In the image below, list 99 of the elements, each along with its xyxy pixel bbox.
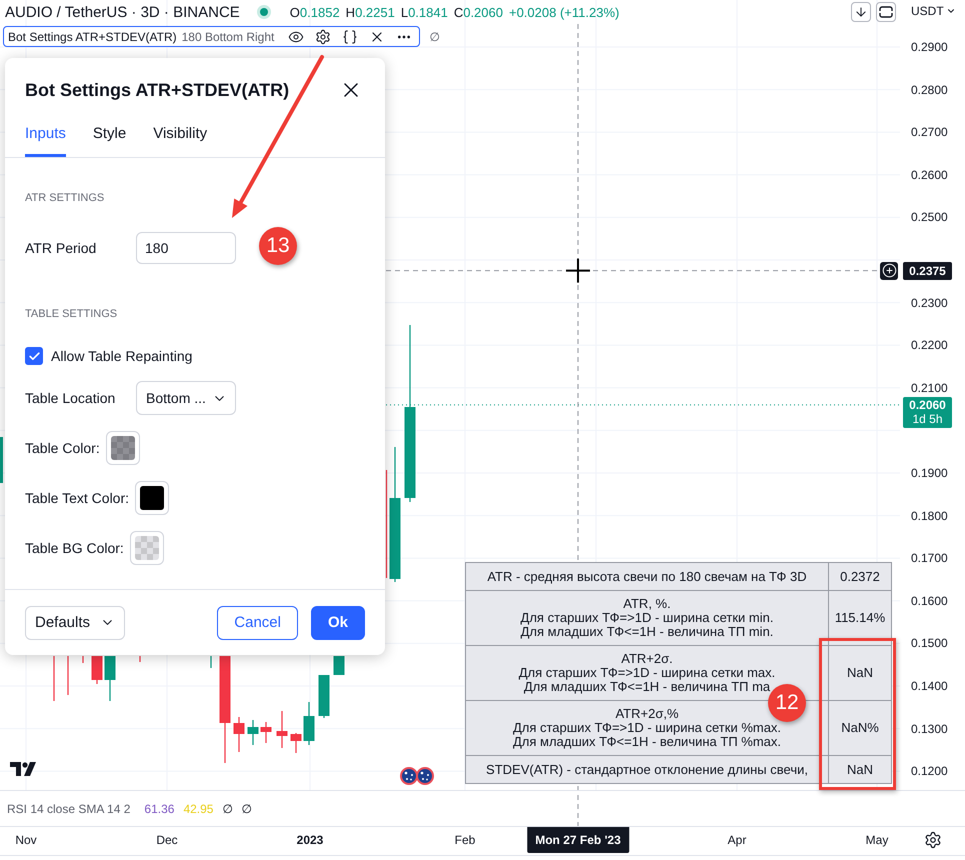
- checkbox[interactable]: [25, 347, 43, 365]
- price-change: +0.0208 (+11.23%): [508, 4, 620, 20]
- candlestick: [248, 720, 258, 745]
- color-picker-button[interactable]: [135, 481, 170, 515]
- candlestick: [260, 722, 272, 743]
- section-heading: ATR SETTINGS: [25, 191, 104, 206]
- table-cell: NaN: [828, 756, 892, 784]
- dialog-title: Bot Settings ATR+STDEV(ATR): [25, 80, 290, 100]
- time-label: Apr: [728, 832, 746, 849]
- bar-countdown: 1d 5h: [912, 412, 943, 426]
- candlestick: [304, 702, 314, 745]
- time-label: May: [866, 832, 888, 849]
- candlestick: [67, 656, 69, 695]
- ohlc-value: L0.1841: [400, 4, 448, 20]
- settings-icon[interactable]: [315, 28, 332, 44]
- ohlc-value: H0.2251: [346, 4, 395, 20]
- rounded-square-icon: [879, 6, 893, 18]
- field-label: Table Color:: [25, 440, 100, 456]
- field-label: Table BG Color:: [25, 540, 124, 556]
- field-label: ATR Period: [25, 240, 96, 256]
- ohlc-value: O0.1852: [290, 4, 340, 20]
- price-label: 0.2100: [911, 380, 948, 396]
- table-cell: NaN%: [828, 700, 892, 756]
- table-cell: ATR - средняя высота свечи по 180 свечам на ТФ 3D: [466, 562, 828, 590]
- candlestick: [210, 656, 212, 668]
- price-label: 0.2900: [911, 39, 948, 55]
- candlestick: [318, 675, 330, 718]
- candlestick: [290, 733, 302, 753]
- time-label: 2023: [296, 832, 324, 849]
- section-heading: TABLE SETTINGS: [25, 307, 118, 322]
- table-cell: ATR, %. Для старших ТФ=>1D - ширина сетки min. Для младших ТФ<=1H - величина ТП min.: [466, 590, 828, 646]
- price-label: 0.1400: [911, 678, 948, 694]
- cancel-button[interactable]: Cancel: [217, 606, 298, 640]
- indicator-name: Bot Settings ATR+STDEV(ATR): [8, 30, 177, 44]
- symbol-title: AUDIO / TetherUS · 3D · BINANCE: [4, 4, 240, 20]
- crosshair-cursor: [566, 258, 590, 283]
- candlestick: [0, 437, 3, 483]
- candlestick: [104, 656, 116, 701]
- add-button[interactable]: [880, 262, 898, 280]
- candlestick: [276, 711, 288, 748]
- logo-icon[interactable]: [10, 762, 36, 776]
- price-label: 0.2500: [911, 209, 948, 226]
- price-label: 0.2300: [911, 294, 948, 311]
- color-picker-button[interactable]: [130, 531, 164, 565]
- crosshair-price-label: 0.2375: [903, 262, 952, 280]
- number-input[interactable]: 180: [136, 232, 236, 264]
- candlestick: [92, 656, 102, 684]
- dialog-tab[interactable]: Inputs: [25, 122, 66, 157]
- field-label: Table Location: [25, 390, 116, 406]
- price-label: 0.2700: [911, 124, 948, 140]
- legend-value: ∅: [429, 30, 440, 44]
- arrow-down-button[interactable]: [851, 2, 871, 22]
- price-label: 0.1200: [911, 763, 948, 780]
- candlestick: [53, 656, 55, 701]
- price-label: 0.2800: [911, 82, 948, 98]
- check-icon: [28, 350, 40, 362]
- price-label: 0.2200: [911, 337, 948, 354]
- color-picker-button[interactable]: [106, 431, 140, 465]
- rsi-legend-title: RSI 14 close SMA 14 2: [7, 802, 130, 816]
- table-cell: NaN: [828, 646, 892, 700]
- circle-plus-icon: [882, 263, 896, 278]
- defaults-dropdown[interactable]: Defaults: [25, 606, 125, 640]
- dialog-tab[interactable]: Style: [92, 122, 126, 157]
- location-select[interactable]: Bottom ...: [136, 381, 236, 415]
- table-cell: STDEV(ATR) - стандартное отклонение длины свечи,: [466, 756, 828, 784]
- indicator-legend[interactable]: Bot Settings ATR+STDEV(ATR) 180 Bottom Right: [3, 26, 420, 47]
- ok-button[interactable]: Ok: [310, 606, 365, 640]
- indicator-params: 180 Bottom Right: [182, 30, 274, 44]
- price-label: 0.1900: [911, 465, 948, 481]
- currency-button[interactable]: USDT: [911, 3, 956, 19]
- status-dot-icon: [256, 5, 271, 19]
- table-cell: 115.14%: [828, 590, 892, 646]
- candlestick: [334, 656, 344, 675]
- square-toggle-button[interactable]: [876, 2, 896, 22]
- price-label: 0.1500: [911, 635, 948, 652]
- rsi-value: 42.95: [183, 802, 214, 816]
- dialog-tab[interactable]: Visibility: [153, 122, 208, 157]
- price-label: 0.1800: [911, 508, 948, 524]
- rsi-value: ∅: [222, 802, 232, 816]
- time-label: Nov: [15, 832, 37, 849]
- ohlc-value: C0.2060: [454, 4, 503, 20]
- last-price-value: 0.2060: [909, 398, 946, 412]
- checkbox-label: Allow Table Repainting: [51, 348, 192, 364]
- time-label: Feb: [454, 832, 476, 849]
- time-label: Dec: [156, 832, 178, 849]
- crosshair-date-label: Mon 27 Feb '23: [527, 827, 629, 853]
- rsi-value: ∅: [241, 802, 252, 816]
- settings-icon[interactable]: [924, 831, 942, 849]
- round-flag-icon[interactable]: [416, 767, 434, 785]
- price-label: 0.1300: [911, 720, 948, 737]
- price-label: 0.1600: [911, 592, 948, 609]
- round-flag-icon[interactable]: [400, 767, 418, 785]
- rsi-value: 61.36: [144, 802, 174, 816]
- braces-icon[interactable]: [342, 28, 358, 44]
- candlestick: [234, 717, 244, 752]
- table-cell: 0.2372: [828, 562, 892, 590]
- field-label: Table Text Color:: [25, 490, 130, 506]
- price-label: 0.2600: [911, 166, 948, 183]
- price-label: 0.1700: [911, 550, 948, 566]
